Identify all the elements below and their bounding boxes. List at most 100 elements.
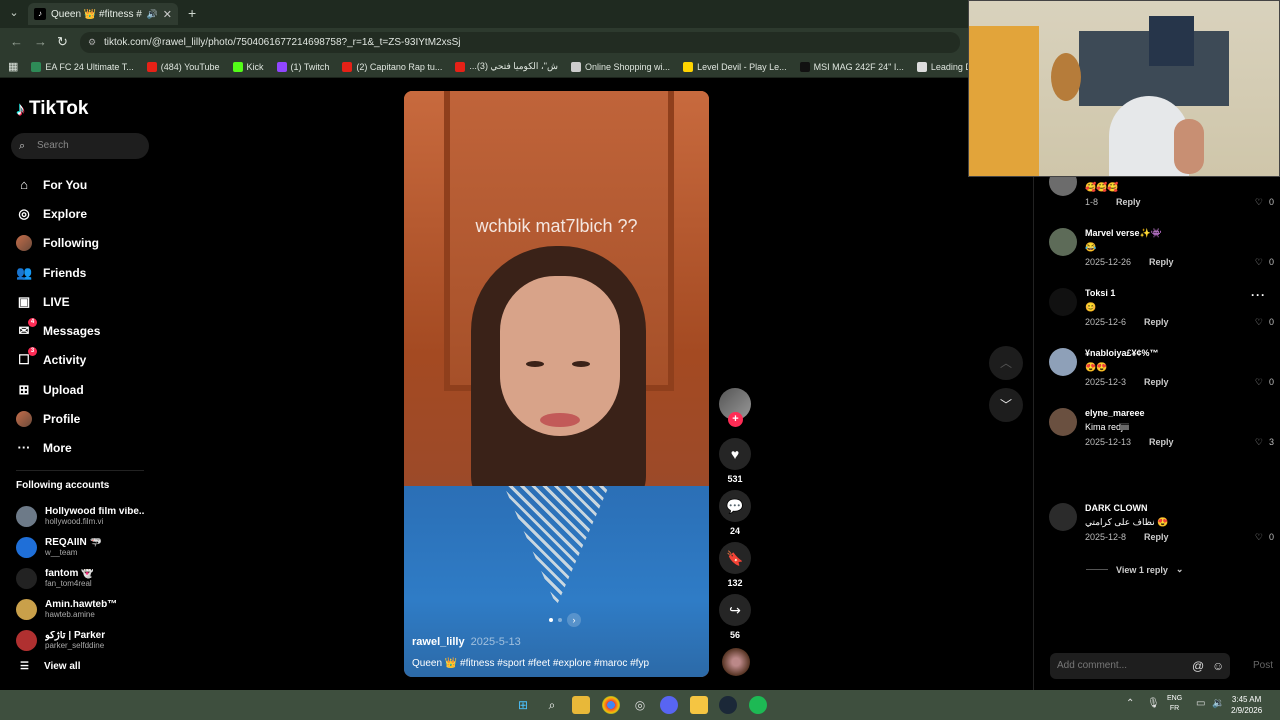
more-options-icon[interactable]: ···: [1251, 288, 1266, 302]
heart-outline-icon[interactable]: ♡: [1255, 197, 1263, 208]
reply-button[interactable]: Reply: [1144, 377, 1169, 387]
close-tab-icon[interactable]: ✕: [163, 8, 172, 21]
reply-button[interactable]: Reply: [1149, 437, 1174, 447]
sidebar-item-messages[interactable]: ✉ 4 Messages: [16, 316, 146, 345]
bookmark-item[interactable]: MSI MAG 242F 24" I...: [799, 61, 904, 72]
app-icon[interactable]: [690, 696, 708, 714]
obs-icon[interactable]: ◎: [631, 696, 649, 714]
comment-like[interactable]: ♡0: [1255, 532, 1274, 543]
site-info-icon[interactable]: ⚙: [88, 32, 96, 53]
carousel-dot[interactable]: [549, 618, 553, 622]
tiktok-logo[interactable]: ♪ TikTok: [16, 98, 88, 120]
carousel-next-icon[interactable]: ›: [567, 613, 581, 627]
sidebar-item-live[interactable]: ▣ LIVE: [16, 287, 146, 316]
heart-outline-icon[interactable]: ♡: [1255, 257, 1263, 268]
apps-icon[interactable]: ▦: [8, 60, 18, 73]
view-replies-button[interactable]: View 1 reply ⌄: [1086, 564, 1183, 575]
heart-outline-icon[interactable]: ♡: [1255, 437, 1263, 448]
heart-icon[interactable]: ♥: [719, 438, 751, 470]
bookmark-icon[interactable]: 🔖: [719, 542, 751, 574]
avatar[interactable]: [1049, 228, 1077, 256]
avatar[interactable]: [1049, 408, 1077, 436]
back-icon[interactable]: ←: [10, 34, 23, 49]
comment-like[interactable]: ♡0: [1255, 257, 1274, 268]
like-action[interactable]: ♥ 531: [719, 438, 751, 484]
following-account-item[interactable]: REQAIIN 🦈 w__team: [16, 532, 146, 563]
bookmark-item[interactable]: EA FC 24 Ultimate T...: [31, 61, 134, 72]
bookmark-item[interactable]: (1) Twitch: [276, 61, 329, 72]
following-account-item[interactable]: Amin.hawteb™ hawteb.amine: [16, 594, 146, 625]
sidebar-item-activity[interactable]: ☐ 3 Activity: [16, 346, 146, 375]
bookmark-item[interactable]: (2) Capitano Rap tu...: [342, 61, 442, 72]
spotify-icon[interactable]: [749, 696, 767, 714]
sidebar-item-explore[interactable]: ◎ Explore: [16, 199, 146, 228]
avatar[interactable]: [1049, 348, 1077, 376]
reply-button[interactable]: Reply: [1144, 532, 1169, 542]
reply-button[interactable]: Reply: [1149, 257, 1174, 267]
sidebar-item-friends[interactable]: 👥 Friends: [16, 258, 146, 287]
emoji-icon[interactable]: ☺: [1212, 653, 1224, 679]
comment-username[interactable]: Toksi 1: [1085, 288, 1115, 298]
heart-outline-icon[interactable]: ♡: [1255, 317, 1263, 328]
volume-icon[interactable]: 🔉: [1212, 698, 1224, 709]
search-input[interactable]: ⌕ Search: [11, 133, 149, 159]
comment-action[interactable]: 💬 24: [719, 490, 751, 536]
sidebar-item-profile[interactable]: Profile: [16, 404, 146, 433]
comment-username[interactable]: elyne_mareee: [1085, 408, 1145, 418]
monitor-icon[interactable]: ▭: [1196, 698, 1205, 709]
comment-like[interactable]: ♡0: [1255, 317, 1274, 328]
tray-chevron-icon[interactable]: ⌃: [1126, 698, 1134, 709]
tab-search-icon[interactable]: ⌄: [6, 5, 22, 21]
bookmark-item[interactable]: Level Devil - Play Le...: [683, 61, 787, 72]
following-account-item[interactable]: Hollywood film vibe... hollywood.film.vi: [16, 501, 146, 532]
next-video-button[interactable]: ﹀: [989, 388, 1023, 422]
following-account-item[interactable]: تاژکو | Parker parker_selfddine: [16, 625, 146, 656]
comment-username[interactable]: Marvel verse✨👾: [1085, 228, 1162, 239]
file-explorer-icon[interactable]: [572, 696, 590, 714]
chrome-icon[interactable]: [602, 696, 620, 714]
reply-button[interactable]: Reply: [1116, 197, 1141, 207]
search-taskbar-icon[interactable]: ⌕: [543, 696, 561, 714]
sidebar-item-following[interactable]: Following: [16, 229, 146, 258]
comment-like[interactable]: ♡0: [1255, 377, 1274, 388]
language-indicator[interactable]: ENG FR: [1167, 694, 1182, 714]
windows-start-icon[interactable]: ⊞: [514, 696, 532, 714]
view-all-link[interactable]: ☰ View all: [20, 661, 80, 672]
bookmark-item[interactable]: Kick: [232, 61, 264, 72]
browser-tab[interactable]: ♪ Queen 👑 #fitness #sport # 🔊 ✕: [28, 3, 178, 25]
new-tab-button[interactable]: +: [188, 5, 196, 21]
save-action[interactable]: 🔖 132: [719, 542, 751, 588]
video-player[interactable]: wchbik mat7lbich ?? › rawel_lilly 2025-5…: [404, 91, 709, 677]
clock[interactable]: 3:45 AM 2/9/2026: [1231, 694, 1262, 716]
avatar[interactable]: [1049, 503, 1077, 531]
comment-username[interactable]: ¥nabloiya£¥¢%™: [1085, 348, 1159, 358]
sidebar-item-upload[interactable]: ⊞ Upload: [16, 375, 146, 404]
carousel-dot[interactable]: [558, 618, 562, 622]
avatar[interactable]: [1049, 288, 1077, 316]
music-disc-icon[interactable]: [722, 648, 750, 676]
comment-username[interactable]: DARK CLOWN: [1085, 503, 1148, 513]
following-account-item[interactable]: fantom 👻 fan_tom4real: [16, 563, 146, 594]
microphone-icon[interactable]: 🎙: [1147, 698, 1160, 709]
mention-icon[interactable]: @: [1192, 653, 1204, 679]
follow-plus-icon[interactable]: +: [728, 412, 743, 427]
reply-button[interactable]: Reply: [1144, 317, 1169, 327]
reload-icon[interactable]: ↻: [57, 34, 68, 50]
discord-icon[interactable]: [660, 696, 678, 714]
post-button[interactable]: Post: [1253, 660, 1273, 671]
url-field[interactable]: ⚙ tiktok.com/@rawel_lilly/photo/75040616…: [80, 32, 960, 53]
sidebar-item-for-you[interactable]: ⌂ For You: [16, 170, 146, 199]
steam-icon[interactable]: [719, 696, 737, 714]
bookmark-item[interactable]: (484) YouTube: [146, 61, 220, 72]
comment-like[interactable]: ♡0: [1255, 197, 1274, 208]
forward-icon[interactable]: →: [34, 34, 47, 49]
comment-input[interactable]: Add comment... @ ☺: [1050, 653, 1230, 679]
sidebar-item-more[interactable]: ··· More: [16, 434, 146, 463]
share-action[interactable]: ↪ 56: [719, 594, 751, 640]
comment-like[interactable]: ♡ 3: [1255, 437, 1274, 448]
previous-video-button[interactable]: ︿: [989, 346, 1023, 380]
share-icon[interactable]: ↪: [719, 594, 751, 626]
speaker-icon[interactable]: 🔊: [147, 9, 158, 20]
video-author[interactable]: rawel_lilly 2025-5-13: [412, 636, 521, 648]
bookmark-item[interactable]: ...ش"، الكوميا فتحي (3): [455, 61, 558, 72]
